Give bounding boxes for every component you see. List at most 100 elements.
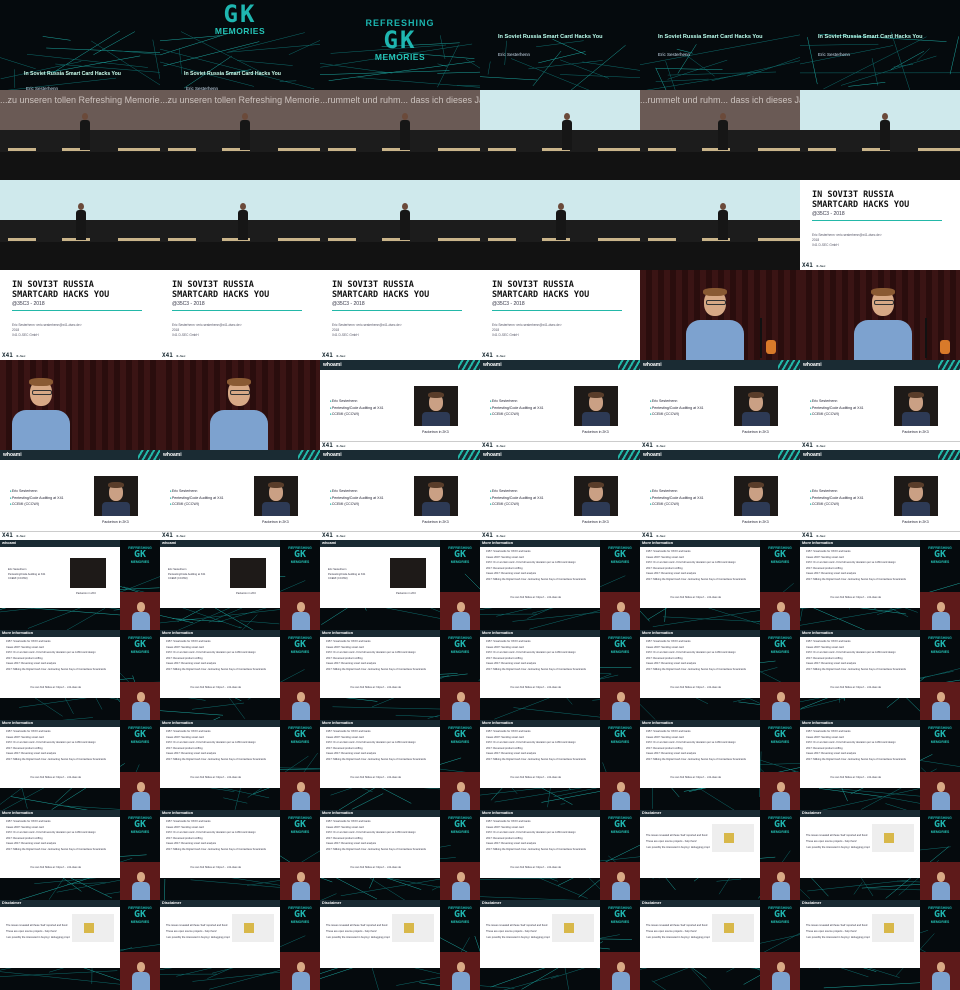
stage-table — [460, 148, 480, 151]
mini-slide-header: More Information — [800, 630, 920, 637]
mini-slide: More Information 1957: Smartcards for XXX… — [480, 540, 600, 608]
video-frame-thumbnail: More Information 1957: Smartcards for XXX… — [320, 810, 480, 900]
mini-slide-heading: Disclaimer — [482, 901, 502, 905]
mini-slide: Disclaimer The issues revealed all these … — [320, 900, 440, 968]
video-frame-thumbnail: whoami Eric SesterhennPentesting/Code Aud… — [320, 540, 480, 630]
speaker-video-inset — [120, 682, 160, 720]
speaker-figure — [76, 210, 86, 240]
x41-logo-subtext: D-Sec — [656, 534, 666, 538]
smartcard-chip — [404, 923, 414, 933]
mini-bullet: 2017: Milking the Digital Cash Cow - Ext… — [166, 757, 266, 761]
slide-header-bar: whoami — [320, 450, 480, 460]
mini-bullet: 2017: Milking the Digital Cash Cow - Ext… — [486, 577, 586, 581]
x41-logo-subtext: D-Sec — [656, 444, 666, 448]
stage-table — [488, 148, 516, 151]
stage-table — [328, 148, 356, 151]
mini-bullet: 2017: Reversed product sniffing — [166, 656, 203, 660]
mini-slide: Disclaimer The issues revealed all these … — [640, 810, 760, 878]
inset-speaker-body — [772, 612, 790, 630]
mini-bullet: 1957: Smartcards for XXXX and banks — [486, 640, 531, 643]
video-frame-thumbnail: In Soviet Russia Smart Card Hacks You Eri… — [0, 0, 160, 90]
bullet-item: CCEMI (CCCWI) — [330, 501, 384, 508]
x41-logo-subtext: D-Sec — [816, 444, 826, 448]
refreshing-memories-logo-small: REFRESHING GK MEMORIES — [922, 726, 958, 744]
speaker-photo — [94, 476, 138, 516]
x41-logo: X41 D-Sec — [482, 532, 506, 539]
video-frame-thumbnail — [480, 180, 640, 270]
logo-memories-text: MEMORIES — [770, 650, 790, 654]
logo-gk-text: GK — [133, 909, 147, 920]
video-frame-thumbnail: whoami Eric SesterhennPentesting/Code Aud… — [0, 540, 160, 630]
mini-bullet: 1957: Smartcards for XXXX and banks — [6, 640, 51, 643]
talk-author: Eric Sesterhenn — [658, 52, 691, 57]
photo-body — [742, 412, 770, 426]
header-stripes-decoration — [458, 360, 480, 370]
bullet-list: Eric SesterhennPentesting/Code Auditing … — [170, 488, 224, 508]
mini-bullet: 1957: Smartcards for XXXX and banks — [166, 640, 211, 643]
photo-caption: Packetron in 2K3 — [582, 520, 609, 524]
mini-bullet: I am possibly the interested in buying /… — [646, 846, 710, 849]
mini-bullet: 2017: Milking the Digital Cash Cow - Ext… — [6, 847, 106, 851]
mini-bullet: The issues revealed all these 'bad' repo… — [326, 924, 388, 927]
mini-bullet: 1972: IC or at claim card - First full s… — [486, 831, 576, 834]
mini-bullet: Cases 2007: Sending smart card — [486, 825, 524, 829]
mini-bullet: Cases 2017: Reversing smart card analysi… — [6, 662, 57, 665]
slide-footer: X41 D-Sec — [480, 441, 640, 450]
speaker-video-inset — [920, 592, 960, 630]
photo-body — [582, 412, 610, 426]
mini-bullet: Cases 2007: Sending smart card — [646, 645, 684, 649]
logo-memories-text: MEMORIES — [130, 740, 150, 744]
video-frame-thumbnail: ...rummelt und ruhm... dass ich dieses J… — [320, 90, 480, 180]
mini-bullet: Cases 2007: Sending smart card — [486, 735, 524, 739]
slide-heading: whoami — [483, 452, 502, 458]
speaker-video-inset — [920, 682, 960, 720]
mini-slide-header: More Information — [0, 630, 120, 637]
refreshing-memories-logo-small: REFRESHING GK MEMORIES — [282, 546, 318, 564]
x41-logo-subtext: D-Sec — [816, 534, 826, 538]
mini-slide-header: More Information — [0, 720, 120, 727]
logo-memories-text: MEMORIES — [930, 740, 950, 744]
speaker-figure — [562, 120, 572, 150]
inset-speaker-body — [772, 882, 790, 900]
x41-logo: X41 D-Sec — [322, 442, 346, 449]
mini-footer: You can find Slides at: https://... x41-… — [350, 776, 402, 779]
slide-title-line1: IN SOVI3T RUSSIA — [812, 190, 894, 200]
inset-speaker-body — [452, 702, 470, 720]
inset-speaker-body — [612, 702, 630, 720]
video-frame-thumbnail — [800, 90, 960, 180]
mini-slide-heading: More Information — [322, 631, 354, 635]
bullet-item: CCEMI (CCCWI) — [170, 501, 224, 508]
mini-bullet: 2017: Reversed product sniffing — [486, 746, 523, 750]
logo-memories-text: MEMORIES — [450, 740, 470, 744]
mini-bullet: 2017: Reversed product sniffing — [326, 656, 363, 660]
slide-subtitle: @35C3 - 2018 — [492, 301, 525, 307]
x41-logo-text: X41 — [802, 532, 813, 539]
refreshing-memories-logo-small: REFRESHING GK MEMORIES — [762, 906, 798, 924]
speaker-body — [210, 410, 268, 450]
speaker-photo — [734, 386, 778, 426]
mini-slide: More Information 1957: Smartcards for XXX… — [480, 630, 600, 698]
slide-footer: X41 D-Sec — [160, 531, 320, 540]
mini-slide-heading: More Information — [322, 811, 354, 815]
mini-footer: You can find Slides at: https://... x41-… — [510, 866, 562, 869]
mini-bullet: I am possibly the interested in buying /… — [6, 936, 70, 939]
inset-speaker-body — [292, 702, 310, 720]
mini-slide-header: More Information — [160, 720, 280, 727]
mini-bullet: 2017: Milking the Digital Cash Cow - Ext… — [166, 847, 266, 851]
speaker-video-inset — [600, 862, 640, 900]
slide-header-bar: whoami — [640, 450, 800, 460]
video-frame-thumbnail: In Soviet Russia Smart Card Hacks You Eri… — [640, 0, 800, 90]
bullet-list: Eric SesterhennPentesting/Code Auditing … — [650, 488, 704, 508]
video-frame-thumbnail: Disclaimer The issues revealed all these … — [0, 900, 160, 990]
x41-logo-subtext: D-Sec — [336, 354, 346, 358]
logo-memories-text: MEMORIES — [130, 650, 150, 654]
logo-memories-text: MEMORIES — [610, 560, 630, 564]
mini-slide: whoami Eric Sesterhenn Pentesting/Code Aud… — [0, 540, 120, 608]
mini-bullet: Cases 2017: Reversing smart card analysi… — [326, 752, 377, 755]
video-frame-thumbnail: ...zu unseren tollen Refreshing Memories… — [160, 90, 320, 180]
talk-author: Eric Sesterhenn — [498, 52, 531, 57]
mini-slide-heading: More Information — [482, 811, 514, 815]
inset-speaker-head — [777, 872, 785, 882]
slide-header-bar: whoami — [640, 360, 800, 370]
photo-hair — [908, 482, 924, 488]
